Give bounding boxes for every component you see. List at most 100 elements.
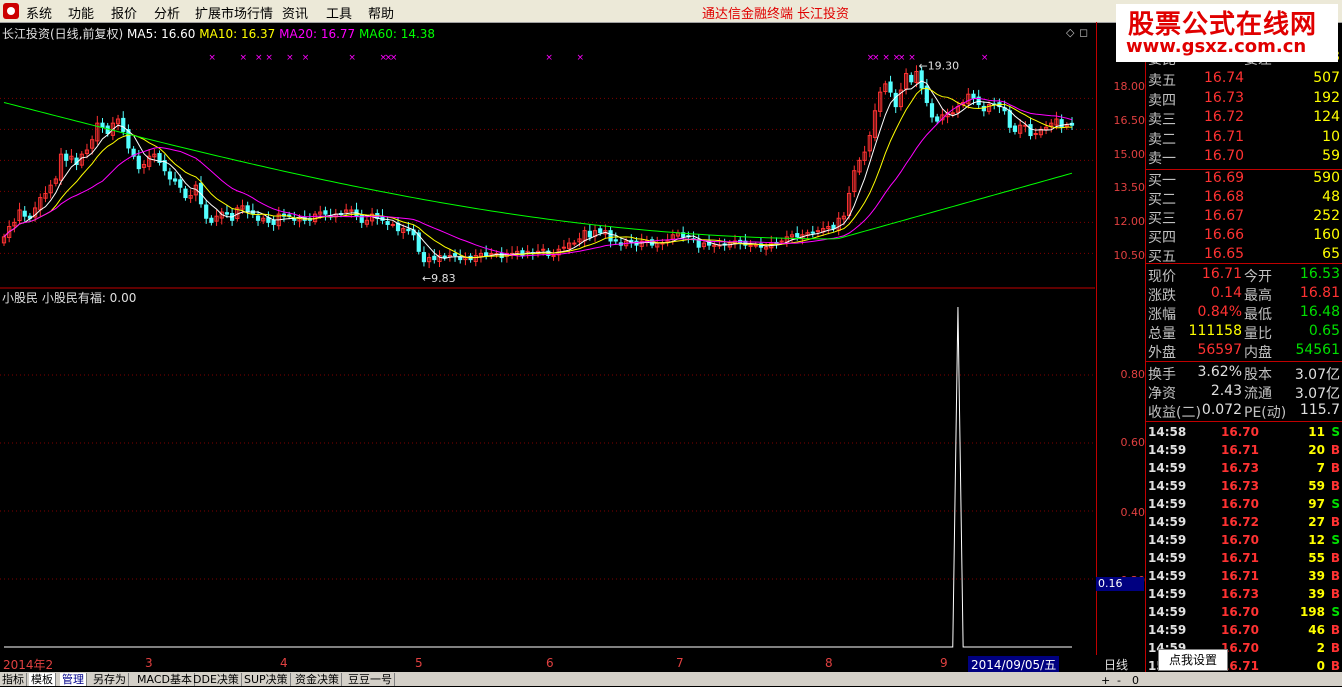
tab-sup[interactable]: SUP决策 xyxy=(242,673,291,686)
menu-function[interactable]: 功能 xyxy=(68,3,94,22)
bid-row: 买二 16.68 48 xyxy=(1146,189,1342,208)
tick-time: 14:58 xyxy=(1148,425,1187,439)
candle-body xyxy=(499,252,504,259)
ma10-label: MA10: 16.37 xyxy=(199,27,276,41)
tick-side: S xyxy=(1331,605,1340,619)
ma20-line xyxy=(3,97,1073,257)
quote-label: 外盘 xyxy=(1148,345,1176,361)
price-tick: 10.50 xyxy=(1113,249,1146,262)
quote-value: 16.48 xyxy=(1299,304,1340,320)
indicator-tick: 0.80 xyxy=(1120,368,1146,381)
ask-row: 卖三 16.72 124 xyxy=(1146,109,1342,128)
candle-body xyxy=(1012,125,1018,132)
fund-label: 净资 xyxy=(1148,386,1176,402)
quote-value: 0.14 xyxy=(1210,285,1242,301)
tick-side: S xyxy=(1331,425,1340,439)
tick-time: 14:59 xyxy=(1148,533,1187,547)
quote-row: 总量 111158 量比 0.65 xyxy=(1146,323,1342,342)
ask-price: 16.72 xyxy=(1204,109,1245,125)
tick-price: 16.73 xyxy=(1221,587,1259,601)
tab-funds[interactable]: 资金决策 xyxy=(293,673,342,686)
reset-button[interactable]: 0 xyxy=(1132,674,1139,687)
tick-side: B xyxy=(1330,443,1340,457)
tab-macd[interactable]: MACD基本 xyxy=(135,673,195,686)
signal-marker: × xyxy=(872,53,880,63)
signal-marker: × xyxy=(390,53,398,63)
menu-tools[interactable]: 工具 xyxy=(326,3,352,22)
separator xyxy=(1145,361,1342,362)
candle-body xyxy=(136,155,141,170)
menu-quote[interactable]: 报价 xyxy=(111,3,137,22)
fund-value: 3.07亿 xyxy=(1294,386,1340,402)
diamond-icon: ◇ xyxy=(1066,26,1075,39)
tab-dde[interactable]: DDE决策 xyxy=(191,673,242,686)
quote-label: 量比 xyxy=(1244,326,1272,342)
fund-label: 流通 xyxy=(1244,386,1272,402)
candle-body xyxy=(613,239,618,242)
menu-system[interactable]: 系统 xyxy=(26,3,52,22)
fund-row: 收益(二) 0.072 PE(动) 115.7 xyxy=(1146,402,1342,421)
bid-price: 16.66 xyxy=(1204,227,1245,243)
price-tick: 16.50 xyxy=(1113,114,1146,127)
tab-indicator[interactable]: 指标 xyxy=(0,673,27,686)
bid-volume: 590 xyxy=(1313,170,1340,186)
tab-template[interactable]: 模板 xyxy=(29,673,56,686)
candle-body xyxy=(815,230,821,233)
tick-price: 16.70 xyxy=(1221,605,1259,619)
tab-manage[interactable]: 管理 xyxy=(60,673,87,686)
tick-volume: 55 xyxy=(1308,551,1325,565)
menu-news[interactable]: 资讯 xyxy=(282,3,308,22)
quote-label: 最低 xyxy=(1244,307,1272,323)
tick-row: 14:59 16.71 55 B xyxy=(1146,550,1342,568)
candle-body xyxy=(919,70,924,89)
tick-time: 14:59 xyxy=(1148,443,1187,457)
tick-price: 16.71 xyxy=(1221,443,1259,457)
candle-body xyxy=(753,244,758,247)
price-tick: 15.00 xyxy=(1113,148,1146,161)
menu-help[interactable]: 帮助 xyxy=(368,3,394,22)
tick-time: 14:59 xyxy=(1148,587,1187,601)
candle-body xyxy=(245,205,250,213)
candle-body xyxy=(909,74,914,83)
tick-side: S xyxy=(1331,497,1340,511)
kline-chart-area[interactable]: ←19.30 ←9.83 × × × × × × × × × × × × × × × × × × × ◇ ◻ xyxy=(0,22,1095,655)
tab-save-as[interactable]: 另存为 xyxy=(91,673,129,686)
quote-label: 最高 xyxy=(1244,288,1272,304)
period-selector[interactable]: 日线 xyxy=(1104,656,1128,673)
quote-label: 总量 xyxy=(1148,326,1176,342)
quote-value: 16.53 xyxy=(1299,266,1340,282)
tick-time: 14:59 xyxy=(1148,569,1187,583)
tick-row: 14:59 16.73 7 B xyxy=(1146,460,1342,478)
quote-value: 111158 xyxy=(1188,323,1242,339)
quote-label: 涨跌 xyxy=(1148,288,1176,304)
ask-volume: 124 xyxy=(1313,109,1340,125)
separator xyxy=(1145,169,1342,170)
candle-body xyxy=(121,117,126,132)
month-label: 3 xyxy=(145,656,153,670)
tick-side: B xyxy=(1330,587,1340,601)
tick-price: 16.73 xyxy=(1221,479,1259,493)
bid-label: 买四 xyxy=(1148,230,1176,246)
tick-volume: 2 xyxy=(1316,641,1325,655)
kline-svg[interactable]: ←19.30←9.83× × × × × × × ××× × × ×× × ×× × ×◇ ◻ xyxy=(0,22,1095,655)
bid-row: 买五 16.65 65 xyxy=(1146,246,1342,265)
quote-value: 0.65 xyxy=(1308,323,1340,339)
candle-body xyxy=(22,210,27,217)
tick-price: 16.73 xyxy=(1221,461,1259,475)
tab-doudou[interactable]: 豆豆一号 xyxy=(346,673,395,686)
quote-label: 涨幅 xyxy=(1148,307,1176,323)
settings-tooltip[interactable]: 点我设置 xyxy=(1158,649,1228,671)
fund-label: 换手 xyxy=(1148,367,1176,383)
menu-extended-market[interactable]: 扩展市场行情 xyxy=(195,3,273,22)
tick-row: 14:59 16.70 97 S xyxy=(1146,496,1342,514)
zoom-out-button[interactable]: - xyxy=(1117,674,1121,687)
indicator-current-value: 0.16 xyxy=(1096,577,1144,591)
zoom-in-button[interactable]: + xyxy=(1101,674,1110,687)
menu-analysis[interactable]: 分析 xyxy=(154,3,180,22)
signal-marker: × xyxy=(286,53,294,63)
tick-row: 14:59 16.73 59 B xyxy=(1146,478,1342,496)
bid-label: 买二 xyxy=(1148,192,1176,208)
quote-label: 内盘 xyxy=(1244,345,1272,361)
tick-side: B xyxy=(1330,515,1340,529)
candle-body xyxy=(696,239,701,248)
